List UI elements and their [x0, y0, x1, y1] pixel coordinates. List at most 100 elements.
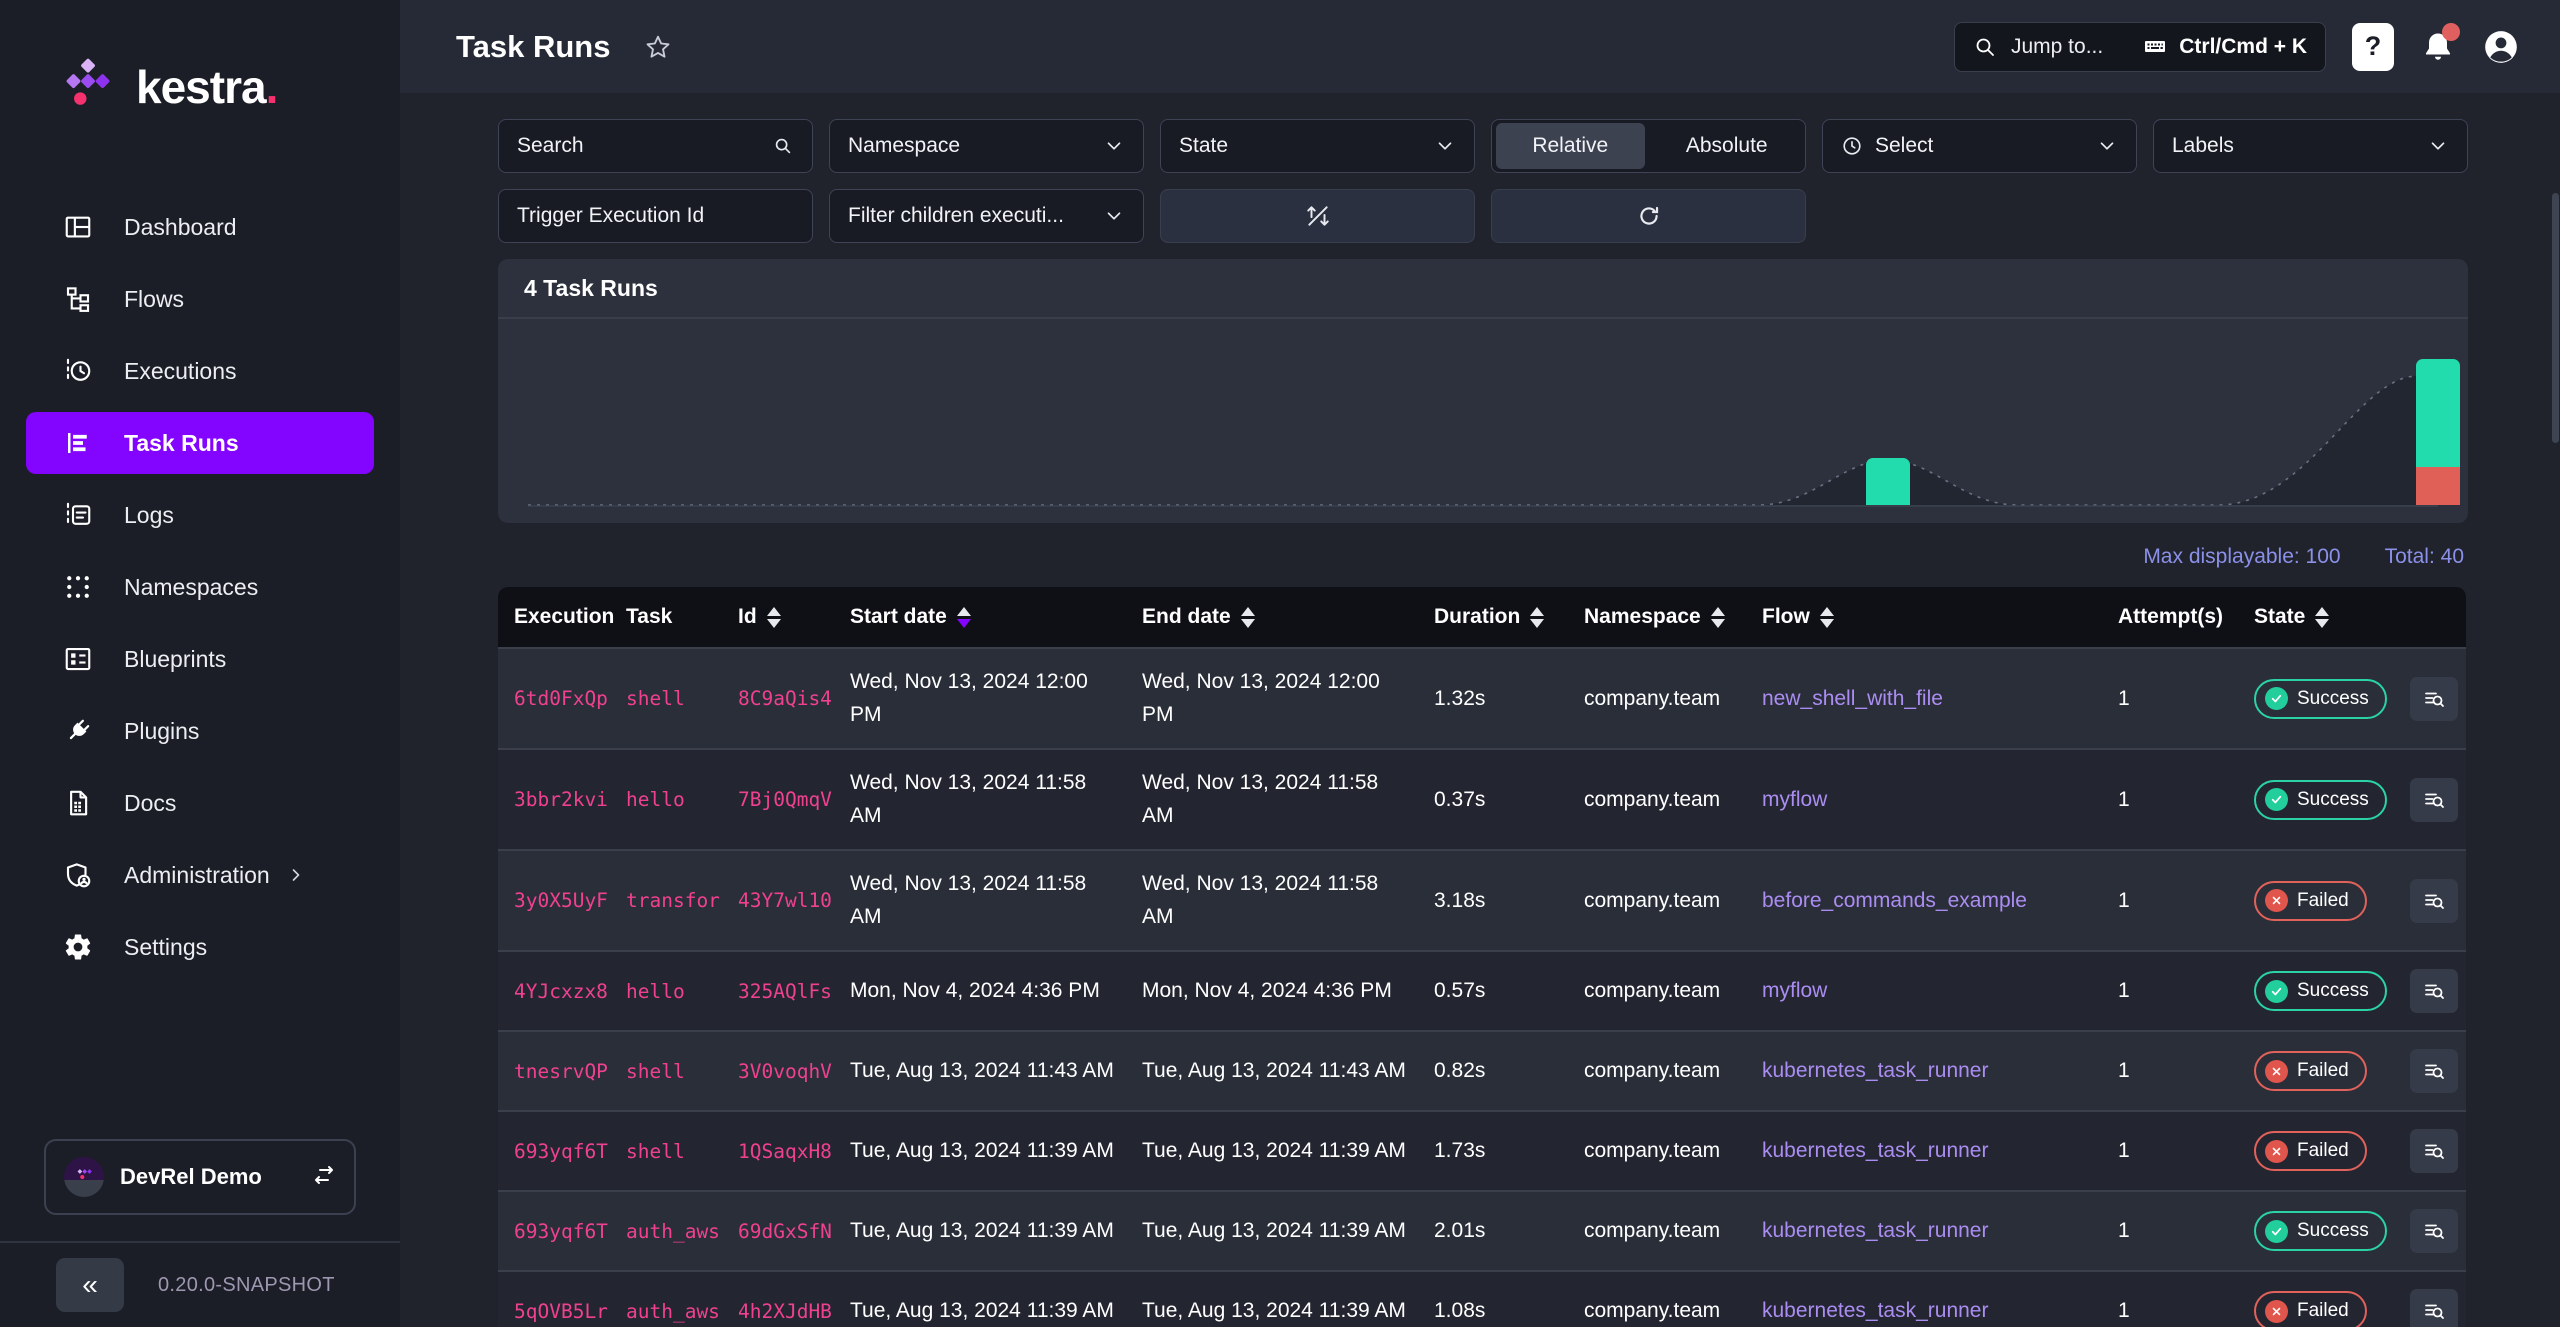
search-input[interactable]: Search	[498, 119, 813, 173]
view-logs-button[interactable]	[2410, 878, 2458, 923]
view-logs-button[interactable]	[2410, 676, 2458, 721]
collapse-sidebar-button[interactable]: «	[56, 1258, 124, 1312]
sort-icon[interactable]	[2315, 606, 2330, 628]
sidebar-item-docs[interactable]: Docs	[26, 772, 374, 834]
id-cell[interactable]: 3V0voqhV	[722, 1030, 834, 1111]
flow-link[interactable]: kubernetes_task_runner	[1762, 1059, 1988, 1082]
id-cell[interactable]: 1QSaqxH8	[722, 1110, 834, 1191]
column-header-state[interactable]: State	[2238, 587, 2406, 647]
brand[interactable]: kestra.	[0, 0, 400, 130]
view-logs-button[interactable]	[2410, 969, 2458, 1014]
start-date-cell: Tue, Aug 13, 2024 11:39 AM	[834, 1190, 1126, 1271]
execution-cell[interactable]: 3bbr2kvi	[498, 748, 610, 850]
flow-link[interactable]: before_commands_example	[1762, 889, 2027, 912]
view-logs-button[interactable]	[2410, 1049, 2458, 1094]
sidebar-item-settings[interactable]: Settings	[26, 916, 374, 978]
execution-cell[interactable]: tnesrvQP	[498, 1030, 610, 1111]
view-logs-button[interactable]	[2410, 777, 2458, 822]
taskruns-chart-card: 4 Task Runs	[498, 259, 2468, 523]
flow-link[interactable]: myflow	[1762, 979, 1827, 1002]
check-icon	[2265, 979, 2288, 1003]
toggle-chart-button[interactable]	[1160, 189, 1475, 243]
time-mode-toggle: Relative Absolute	[1491, 119, 1806, 173]
attempts-cell: 1	[2102, 1270, 2238, 1327]
scrollbar-thumb[interactable]	[2552, 193, 2559, 443]
state-badge: Success	[2254, 779, 2387, 820]
content: Search Namespace State Relative Absolute	[400, 93, 2560, 1327]
refresh-button[interactable]	[1491, 189, 1806, 243]
sort-icon[interactable]	[1530, 606, 1545, 628]
relative-toggle[interactable]: Relative	[1496, 123, 1645, 169]
id-cell[interactable]: 4h2XJdHB	[722, 1270, 834, 1327]
state-filter[interactable]: State	[1160, 119, 1475, 173]
chart-bar[interactable]	[1866, 458, 1910, 505]
trigger-execution-id-input[interactable]: Trigger Execution Id	[498, 189, 813, 243]
labels-filter[interactable]: Labels	[2153, 119, 2468, 173]
sidebar-item-logs[interactable]: Logs	[26, 484, 374, 546]
table-row: 5qOVB5Lr auth_aws 4h2XJdHB Tue, Aug 13, …	[498, 1270, 2466, 1327]
execution-cell[interactable]: 3y0X5UyF	[498, 849, 610, 951]
duration-cell: 1.08s	[1418, 1270, 1568, 1327]
execution-cell[interactable]: 4YJcxzx8	[498, 950, 610, 1031]
flow-link[interactable]: kubernetes_task_runner	[1762, 1219, 1988, 1242]
sort-icon[interactable]	[956, 606, 971, 628]
flow-link[interactable]: new_shell_with_file	[1762, 687, 1943, 710]
execution-cell[interactable]: 693yqf6T	[498, 1110, 610, 1191]
view-logs-button[interactable]	[2410, 1209, 2458, 1254]
id-cell[interactable]: 325AQlFs	[722, 950, 834, 1031]
chart-bar[interactable]	[2416, 359, 2460, 505]
column-label: State	[2254, 605, 2306, 628]
flow-link[interactable]: kubernetes_task_runner	[1762, 1299, 1988, 1322]
tenant-selector[interactable]: DevRel Demo	[44, 1139, 356, 1215]
column-header-flow[interactable]: Flow	[1746, 587, 2102, 647]
sidebar-item-flows[interactable]: Flows	[26, 268, 374, 330]
sidebar-item-task-runs[interactable]: Task Runs	[26, 412, 374, 474]
column-header-start-date[interactable]: Start date	[834, 587, 1126, 647]
id-cell[interactable]: 7Bj0QmqV	[722, 748, 834, 850]
start-date-cell: Tue, Aug 13, 2024 11:43 AM	[834, 1030, 1126, 1111]
column-header-duration[interactable]: Duration	[1418, 587, 1568, 647]
flow-link[interactable]: myflow	[1762, 788, 1827, 811]
flow-link[interactable]: kubernetes_task_runner	[1762, 1139, 1988, 1162]
sort-icon[interactable]	[1240, 606, 1255, 628]
sidebar-item-blueprints[interactable]: Blueprints	[26, 628, 374, 690]
table-row: 4YJcxzx8 hello 325AQlFs Mon, Nov 4, 2024…	[498, 950, 2466, 1031]
tenant-avatar	[64, 1157, 104, 1197]
chevron-down-icon	[1438, 142, 1452, 150]
help-button[interactable]: ?	[2352, 22, 2394, 71]
jump-to-search[interactable]: Jump to... Ctrl/Cmd + K	[1954, 21, 2326, 72]
column-header-namespace[interactable]: Namespace	[1568, 587, 1746, 647]
taskruns-chart[interactable]	[498, 319, 2468, 523]
absolute-toggle[interactable]: Absolute	[1653, 123, 1802, 169]
sort-icon[interactable]	[1819, 606, 1834, 628]
execution-cell[interactable]: 693yqf6T	[498, 1190, 610, 1271]
sidebar-item-namespaces[interactable]: Namespaces	[26, 556, 374, 618]
namespace-filter[interactable]: Namespace	[829, 119, 1144, 173]
sidebar-item-dashboard[interactable]: Dashboard	[26, 196, 374, 258]
view-logs-button[interactable]	[2410, 1129, 2458, 1174]
column-header-end-date[interactable]: End date	[1126, 587, 1418, 647]
id-cell[interactable]: 69dGxSfN	[722, 1190, 834, 1271]
sidebar-item-administration[interactable]: Administration	[26, 844, 374, 906]
user-avatar[interactable]	[2482, 28, 2520, 66]
execution-cell[interactable]: 5qOVB5Lr	[498, 1270, 610, 1327]
namespace-cell: company.team	[1568, 647, 1746, 749]
switch-tenant-icon[interactable]	[312, 1163, 336, 1192]
sidebar-item-label: Plugins	[124, 717, 200, 744]
view-logs-button[interactable]	[2410, 1289, 2458, 1327]
state-badge: Failed	[2254, 1291, 2367, 1327]
favorite-star-icon[interactable]	[644, 33, 672, 61]
sidebar-item-plugins[interactable]: Plugins	[26, 700, 374, 762]
shortcut-hint: Ctrl/Cmd + K	[2143, 35, 2307, 59]
column-header-id[interactable]: Id	[722, 587, 834, 647]
sidebar-item-executions[interactable]: Executions	[26, 340, 374, 402]
filter-children-select[interactable]: Filter children executi...	[829, 189, 1144, 243]
sort-icon[interactable]	[1710, 606, 1725, 628]
id-cell[interactable]: 43Y7wl10	[722, 849, 834, 951]
execution-cell[interactable]: 6td0FxQp	[498, 647, 610, 749]
account-icon	[2485, 30, 2517, 63]
time-range-select[interactable]: Select	[1822, 119, 2137, 173]
id-cell[interactable]: 8C9aQis4	[722, 647, 834, 749]
sort-icon[interactable]	[766, 606, 781, 628]
notifications-button[interactable]	[2420, 22, 2460, 65]
